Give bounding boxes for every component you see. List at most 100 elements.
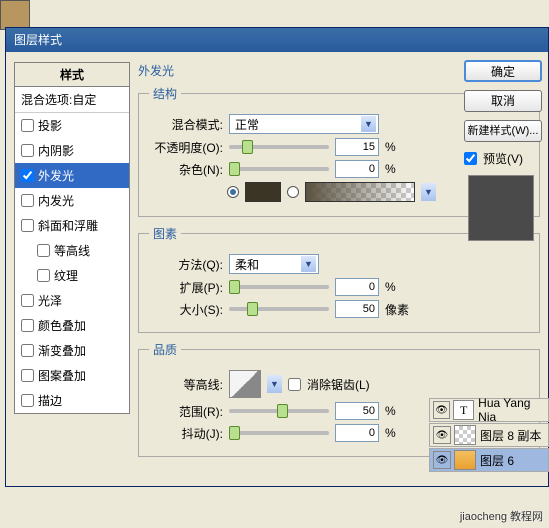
opacity-unit: % [385, 140, 411, 154]
style-label: 描边 [38, 392, 62, 409]
style-item-11[interactable]: 描边 [15, 388, 129, 413]
layers-panel-fragment: 👁THua Yang Nia👁图层 8 副本👁图层 6 [429, 398, 549, 473]
style-checkbox[interactable] [21, 369, 34, 382]
gradient-radio[interactable] [287, 186, 299, 198]
size-slider[interactable] [229, 307, 329, 311]
style-label: 斜面和浮雕 [38, 217, 98, 234]
style-checkbox[interactable] [21, 294, 34, 307]
style-label: 颜色叠加 [38, 317, 86, 334]
style-checkbox[interactable] [21, 219, 34, 232]
antialias-checkbox[interactable] [288, 378, 301, 391]
background-fragment [0, 0, 30, 30]
color-swatch[interactable] [245, 182, 281, 202]
color-radio[interactable] [227, 186, 239, 198]
style-item-9[interactable]: 渐变叠加 [15, 338, 129, 363]
range-input[interactable]: 50 [335, 402, 379, 420]
style-checkbox[interactable] [21, 194, 34, 207]
range-label: 范围(R): [149, 403, 223, 420]
style-label: 内发光 [38, 192, 74, 209]
style-item-8[interactable]: 颜色叠加 [15, 313, 129, 338]
blend-options-row[interactable]: 混合选项:自定 [15, 87, 129, 113]
contour-label: 等高线: [149, 376, 223, 393]
ok-button[interactable]: 确定 [464, 60, 542, 82]
layer-name: 图层 6 [480, 452, 514, 469]
style-item-10[interactable]: 图案叠加 [15, 363, 129, 388]
style-checkbox[interactable] [21, 169, 34, 182]
quality-legend: 品质 [149, 341, 181, 358]
opacity-slider[interactable] [229, 145, 329, 149]
jitter-slider[interactable] [229, 431, 329, 435]
layer-row[interactable]: 👁图层 8 副本 [429, 423, 549, 447]
opacity-input[interactable]: 15 [335, 138, 379, 156]
style-item-2[interactable]: 外发光 [15, 163, 129, 188]
opacity-label: 不透明度(O): [149, 139, 223, 156]
noise-input[interactable]: 0 [335, 160, 379, 178]
blend-mode-select[interactable]: 正常 ▼ [229, 114, 379, 134]
style-checkbox[interactable] [21, 119, 34, 132]
layer-name: Hua Yang Nia [478, 396, 548, 424]
noise-unit: % [385, 162, 411, 176]
style-item-0[interactable]: 投影 [15, 113, 129, 138]
technique-select[interactable]: 柔和 ▼ [229, 254, 319, 274]
watermark: jiaocheng 教程网 [460, 508, 543, 524]
style-item-3[interactable]: 内发光 [15, 188, 129, 213]
contour-picker[interactable] [229, 370, 261, 398]
layer-row[interactable]: 👁THua Yang Nia [429, 398, 549, 422]
style-label: 等高线 [54, 242, 90, 259]
chevron-down-icon[interactable]: ▼ [421, 183, 436, 201]
eye-icon[interactable]: 👁 [433, 451, 451, 469]
layer-thumb [454, 425, 476, 445]
style-item-5[interactable]: 等高线 [15, 238, 129, 263]
styles-column: 样式 混合选项:自定 投影内阴影外发光内发光斜面和浮雕等高线纹理光泽颜色叠加渐变… [14, 62, 130, 465]
chevron-down-icon[interactable]: ▼ [267, 375, 282, 393]
blend-mode-label: 混合模式: [149, 116, 223, 133]
spread-label: 扩展(P): [149, 279, 223, 296]
elements-group: 图素 方法(Q): 柔和 ▼ 扩展(P): 0 % 大小(S): [138, 225, 540, 333]
style-label: 外发光 [38, 167, 74, 184]
style-label: 光泽 [38, 292, 62, 309]
style-item-1[interactable]: 内阴影 [15, 138, 129, 163]
dialog-titlebar[interactable]: 图层样式 [6, 28, 548, 52]
cancel-button[interactable]: 取消 [464, 90, 542, 112]
style-label: 图案叠加 [38, 367, 86, 384]
layer-thumb [454, 450, 476, 470]
chevron-down-icon: ▼ [361, 116, 376, 132]
spread-slider[interactable] [229, 285, 329, 289]
size-label: 大小(S): [149, 301, 223, 318]
spread-unit: % [385, 280, 411, 294]
structure-legend: 结构 [149, 85, 181, 102]
style-label: 内阴影 [38, 142, 74, 159]
style-checkbox[interactable] [21, 144, 34, 157]
style-item-7[interactable]: 光泽 [15, 288, 129, 313]
eye-icon[interactable]: 👁 [433, 401, 450, 419]
new-style-button[interactable]: 新建样式(W)... [464, 120, 542, 142]
chevron-down-icon: ▼ [301, 256, 316, 272]
jitter-input[interactable]: 0 [335, 424, 379, 442]
style-item-6[interactable]: 纹理 [15, 263, 129, 288]
range-unit: % [385, 404, 411, 418]
style-checkbox[interactable] [37, 269, 50, 282]
style-checkbox[interactable] [37, 244, 50, 257]
gradient-picker[interactable] [305, 182, 415, 202]
style-checkbox[interactable] [21, 344, 34, 357]
layer-row[interactable]: 👁 图层 6 [429, 448, 549, 472]
style-item-4[interactable]: 斜面和浮雕 [15, 213, 129, 238]
style-label: 渐变叠加 [38, 342, 86, 359]
style-label: 投影 [38, 117, 62, 134]
styles-header[interactable]: 样式 [15, 63, 129, 87]
preview-swatch [468, 175, 534, 241]
preview-label: 预览(V) [483, 150, 523, 167]
noise-slider[interactable] [229, 167, 329, 171]
size-input[interactable]: 50 [335, 300, 379, 318]
jitter-unit: % [385, 426, 411, 440]
style-label: 纹理 [54, 267, 78, 284]
dialog-title: 图层样式 [14, 33, 62, 47]
range-slider[interactable] [229, 409, 329, 413]
style-checkbox[interactable] [21, 319, 34, 332]
preview-checkbox[interactable] [464, 152, 477, 165]
spread-input[interactable]: 0 [335, 278, 379, 296]
technique-label: 方法(Q): [149, 256, 223, 273]
style-checkbox[interactable] [21, 394, 34, 407]
eye-icon[interactable]: 👁 [433, 426, 451, 444]
right-buttons: 确定 取消 新建样式(W)... 预览(V) [464, 60, 549, 241]
